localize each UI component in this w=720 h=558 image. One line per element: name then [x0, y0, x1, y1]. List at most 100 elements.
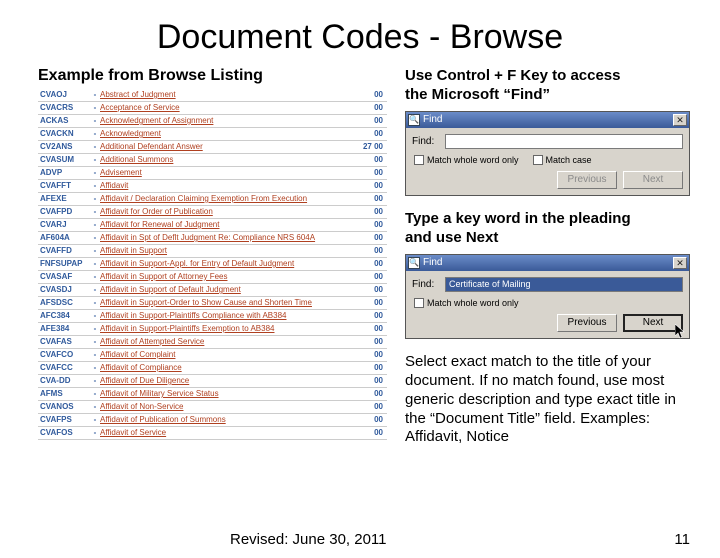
doc-description[interactable]: Affidavit of Military Service Status: [100, 390, 359, 398]
doc-number: 00: [359, 104, 387, 112]
dash: -: [90, 390, 100, 398]
doc-number: 00: [359, 195, 387, 203]
doc-description[interactable]: Affidavit in Support-Plaintiffs Exemptio…: [100, 325, 359, 333]
doc-number: 00: [359, 234, 387, 242]
table-row: ACKAS-Acknowledgment of Assignment00: [38, 115, 387, 128]
table-row: CVASUM-Additional Summons00: [38, 154, 387, 167]
table-row: CVARJ-Affidavit for Renewal of Judgment0…: [38, 219, 387, 232]
dash: -: [90, 208, 100, 216]
doc-description[interactable]: Affidavit in Spt of Deflt Judgment Re: C…: [100, 234, 359, 242]
doc-number: 00: [359, 338, 387, 346]
doc-number: 27 00: [359, 143, 387, 151]
doc-description[interactable]: Affidavit of Publication of Summons: [100, 416, 359, 424]
doc-description[interactable]: Advisement: [100, 169, 359, 177]
dash: -: [90, 351, 100, 359]
instruction-line: Type a key word in the pleading: [405, 210, 631, 227]
table-row: CVAFAS-Affidavit of Attempted Service00: [38, 336, 387, 349]
doc-description[interactable]: Affidavit for Renewal of Judgment: [100, 221, 359, 229]
table-row: CVACRS-Acceptance of Service00: [38, 102, 387, 115]
instruction-line: and use Next: [405, 229, 498, 246]
doc-description[interactable]: Affidavit of Attempted Service: [100, 338, 359, 346]
dash: -: [90, 416, 100, 424]
dash: -: [90, 130, 100, 138]
next-button[interactable]: Next: [623, 171, 683, 189]
doc-code: ADVP: [38, 169, 90, 177]
whole-word-checkbox[interactable]: Match whole word only: [414, 298, 519, 309]
find-icon: 🔍: [408, 114, 420, 126]
whole-word-checkbox[interactable]: Match whole word only: [414, 155, 519, 166]
doc-description[interactable]: Affidavit of Compliance: [100, 364, 359, 372]
close-icon[interactable]: ✕: [673, 257, 687, 269]
doc-description[interactable]: Affidavit: [100, 182, 359, 190]
doc-code: CVAFFD: [38, 247, 90, 255]
left-heading: Example from Browse Listing: [38, 67, 387, 85]
doc-description[interactable]: Affidavit in Support-Appl. for Entry of …: [100, 260, 359, 268]
doc-description[interactable]: Additional Summons: [100, 156, 359, 164]
find-input[interactable]: [445, 134, 683, 149]
table-row: CVAFOS-Affidavit of Service00: [38, 427, 387, 440]
doc-code: ACKAS: [38, 117, 90, 125]
table-row: CVASDJ-Affidavit in Support of Default J…: [38, 284, 387, 297]
find-input[interactable]: Certificate of Mailing: [445, 277, 683, 292]
doc-description[interactable]: Affidavit in Support-Order to Show Cause…: [100, 299, 359, 307]
previous-button[interactable]: Previous: [557, 171, 617, 189]
doc-code: CVAFFT: [38, 182, 90, 190]
browse-listing: CVAOJ-Abstract of Judgment00CVACRS-Accep…: [38, 89, 387, 440]
previous-button[interactable]: Previous: [557, 314, 617, 332]
instruction-line: Use Control + F Key to access: [405, 67, 621, 84]
instruction-ctrl-f: Use Control + F Key to access the Micros…: [405, 67, 690, 105]
table-row: CVAFCO-Affidavit of Complaint00: [38, 349, 387, 362]
next-button[interactable]: Next: [623, 314, 683, 332]
doc-description[interactable]: Affidavit of Complaint: [100, 351, 359, 359]
find-label: Find:: [412, 136, 440, 147]
doc-description[interactable]: Affidavit for Order of Publication: [100, 208, 359, 216]
doc-description[interactable]: Affidavit in Support of Attorney Fees: [100, 273, 359, 281]
doc-number: 00: [359, 182, 387, 190]
doc-description[interactable]: Additional Defendant Answer: [100, 143, 359, 151]
doc-code: CVAFCO: [38, 351, 90, 359]
instruction-exact-match: Select exact match to the title of your …: [405, 353, 690, 447]
doc-number: 00: [359, 364, 387, 372]
table-row: CVANOS-Affidavit of Non-Service00: [38, 401, 387, 414]
doc-code: CVASUM: [38, 156, 90, 164]
dash: -: [90, 234, 100, 242]
doc-description[interactable]: Affidavit in Support of Default Judgment: [100, 286, 359, 294]
dash: -: [90, 299, 100, 307]
doc-code: CVAFPD: [38, 208, 90, 216]
dash: -: [90, 377, 100, 385]
doc-description[interactable]: Affidavit in Support-Plaintiffs Complian…: [100, 312, 359, 320]
page-title: Document Codes - Browse: [0, 18, 720, 57]
doc-code: CVACRS: [38, 104, 90, 112]
doc-number: 00: [359, 325, 387, 333]
dash: -: [90, 286, 100, 294]
table-row: CVA-DD-Affidavit of Due Diligence00: [38, 375, 387, 388]
dash: -: [90, 169, 100, 177]
doc-description[interactable]: Abstract of Judgment: [100, 91, 359, 99]
match-case-checkbox[interactable]: Match case: [533, 155, 592, 166]
doc-description[interactable]: Affidavit of Service: [100, 429, 359, 437]
doc-code: AFEXE: [38, 195, 90, 203]
doc-code: CVASAF: [38, 273, 90, 281]
doc-code: CVACKN: [38, 130, 90, 138]
table-row: CVAFPS-Affidavit of Publication of Summo…: [38, 414, 387, 427]
doc-description[interactable]: Affidavit of Due Diligence: [100, 377, 359, 385]
doc-code: AFSDSC: [38, 299, 90, 307]
doc-description[interactable]: Acknowledgment of Assignment: [100, 117, 359, 125]
doc-number: 00: [359, 390, 387, 398]
table-row: CVAFFT-Affidavit00: [38, 180, 387, 193]
doc-description[interactable]: Acceptance of Service: [100, 104, 359, 112]
doc-code: CVAFCC: [38, 364, 90, 372]
doc-description[interactable]: Affidavit of Non-Service: [100, 403, 359, 411]
table-row: CVAFCC-Affidavit of Compliance00: [38, 362, 387, 375]
checkbox-label: Match whole word only: [427, 298, 519, 308]
doc-description[interactable]: Affidavit / Declaration Claiming Exempti…: [100, 195, 359, 203]
table-row: CVAOJ-Abstract of Judgment00: [38, 89, 387, 102]
dash: -: [90, 91, 100, 99]
doc-description[interactable]: Acknowledgment: [100, 130, 359, 138]
dash: -: [90, 338, 100, 346]
table-row: CVAFPD-Affidavit for Order of Publicatio…: [38, 206, 387, 219]
doc-description[interactable]: Affidavit in Support: [100, 247, 359, 255]
close-icon[interactable]: ✕: [673, 114, 687, 126]
doc-code: CV2ANS: [38, 143, 90, 151]
doc-number: 00: [359, 286, 387, 294]
